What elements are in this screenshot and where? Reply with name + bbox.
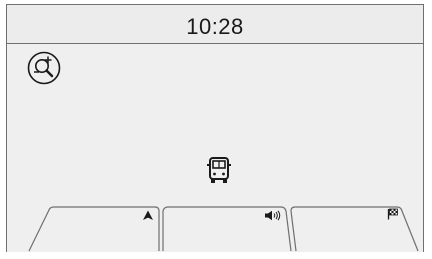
navigation-arrow-icon [143,210,153,220]
status-bar: 10:28 [7,5,423,43]
speaker-volume-icon [265,210,281,221]
tab-navigation[interactable] [28,206,160,252]
checkered-flag-icon [387,208,398,220]
vehicle-icon [207,157,231,183]
clock-time: 10:28 [186,14,244,39]
zoom-icon[interactable] [27,51,61,85]
